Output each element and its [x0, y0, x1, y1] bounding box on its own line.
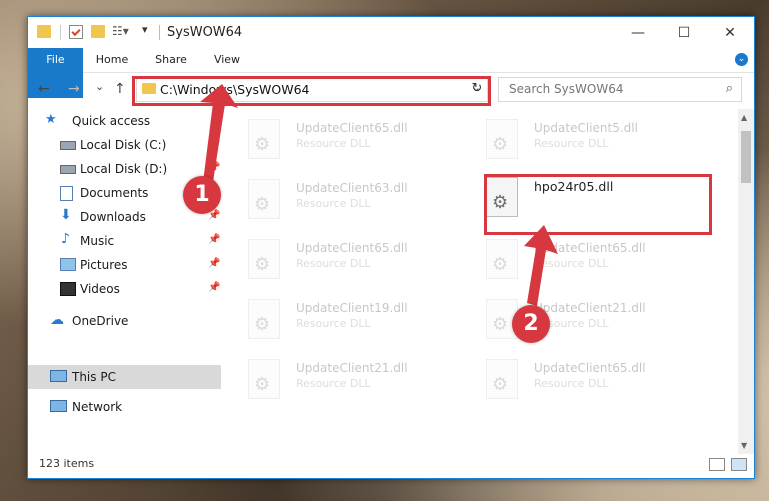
step-marker-1: 1: [183, 176, 221, 214]
arrow-2: [524, 225, 558, 306]
step-marker-2: 2: [512, 305, 550, 343]
arrow-1: [200, 84, 238, 182]
annotation-arrows: [200, 84, 558, 306]
